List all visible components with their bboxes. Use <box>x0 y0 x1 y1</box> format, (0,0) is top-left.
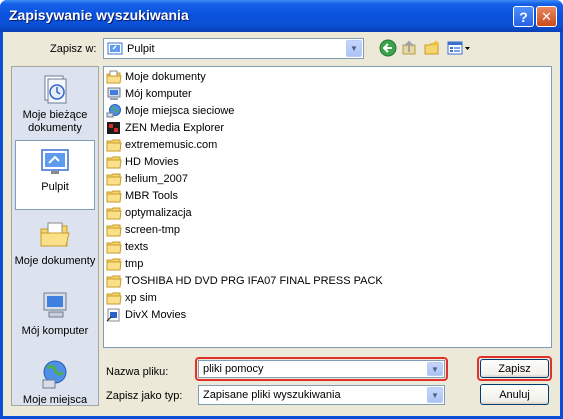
save-search-dialog: Zapisywanie wyszukiwania ? ✕ Zapisz w: P… <box>0 0 563 419</box>
places-bar: Moje bieżące dokumenty Pulpit Moje dokum… <box>11 66 99 406</box>
folder-icon <box>106 292 122 304</box>
folder-icon <box>106 241 122 253</box>
save-button[interactable]: Zapisz <box>480 359 549 378</box>
place-my-computer[interactable]: Mój komputer <box>12 289 98 338</box>
folder-icon <box>106 190 122 202</box>
folder-icon <box>106 156 122 168</box>
list-item[interactable]: Moje miejsca sieciowe <box>106 102 234 119</box>
folder-icon <box>106 173 122 185</box>
filetype-dropdown[interactable]: Zapisane pliki wyszukiwania ▼ <box>198 385 445 405</box>
up-folder-button[interactable] <box>400 39 418 57</box>
list-item[interactable]: Mój komputer <box>106 85 192 102</box>
place-label: Moje bieżące dokumenty <box>22 109 88 134</box>
title-bar[interactable]: Zapisywanie wyszukiwania ? ✕ <box>0 0 563 32</box>
folder-icon <box>106 275 122 287</box>
filetype-label: Zapisz jako typ: <box>106 390 183 402</box>
dialog-body: Zapisz w: Pulpit ▼ Moje bieżące dokument… <box>3 32 560 416</box>
dialog-title: Zapisywanie wyszukiwania <box>9 7 189 23</box>
up-folder-icon <box>402 40 416 55</box>
desktop-icon <box>107 42 123 54</box>
list-item[interactable]: helium_2007 <box>106 170 188 187</box>
list-item[interactable]: extrememusic.com <box>106 136 217 153</box>
divx-shortcut-icon <box>106 308 120 321</box>
list-item[interactable]: DivX Movies <box>106 306 186 323</box>
filetype-value: Zapisane pliki wyszukiwania <box>203 389 341 401</box>
back-arrow-icon <box>379 39 397 57</box>
place-recent-documents[interactable]: Moje bieżące dokumenty <box>12 73 98 135</box>
folder-icon <box>106 258 122 270</box>
chevron-down-icon[interactable]: ▼ <box>427 362 443 376</box>
my-computer-icon <box>107 87 121 100</box>
save-in-label: Zapisz w: <box>50 43 97 55</box>
new-folder-button[interactable] <box>423 39 441 57</box>
place-desktop[interactable]: Pulpit <box>15 140 95 210</box>
list-item[interactable]: texts <box>106 238 148 255</box>
chevron-down-icon[interactable]: ▼ <box>427 387 443 403</box>
network-places-icon <box>106 103 121 117</box>
folder-icon <box>106 139 122 151</box>
my-documents-icon <box>106 70 122 83</box>
folder-icon <box>106 207 122 219</box>
help-icon: ? <box>519 8 528 25</box>
save-in-value: Pulpit <box>127 42 155 55</box>
folder-icon <box>106 224 122 236</box>
list-item[interactable]: xp sim <box>106 289 157 306</box>
place-label: Moje dokumenty <box>14 255 96 267</box>
view-menu-icon <box>447 41 470 55</box>
place-label: Pulpit <box>41 181 69 193</box>
recent-documents-icon <box>44 75 67 104</box>
close-button[interactable]: ✕ <box>536 6 557 27</box>
list-item[interactable]: MBR Tools <box>106 187 178 204</box>
view-menu-button[interactable] <box>446 39 472 57</box>
list-item[interactable]: TOSHIBA HD DVD PRG IFA07 FINAL PRESS PAC… <box>106 272 383 289</box>
file-list[interactable]: Moje dokumenty Mój komputer Moje miejsca… <box>103 66 552 348</box>
save-in-dropdown[interactable]: Pulpit ▼ <box>103 38 364 59</box>
filename-value: pliki pomocy <box>203 363 264 375</box>
list-item[interactable]: optymalizacja <box>106 204 192 221</box>
filename-label: Nazwa pliku: <box>106 366 169 378</box>
back-button[interactable] <box>379 39 397 57</box>
place-label: Mój komputer <box>21 325 89 337</box>
filename-input[interactable]: pliki pomocy ▼ <box>198 360 445 378</box>
zen-app-icon <box>107 121 120 134</box>
close-icon: ✕ <box>541 8 552 24</box>
place-label: Moje miejsca <box>22 394 88 406</box>
my-documents-icon <box>40 222 70 247</box>
help-button[interactable]: ? <box>513 6 534 27</box>
network-places-icon <box>42 360 67 389</box>
desktop-icon <box>41 149 69 174</box>
list-item[interactable]: tmp <box>106 255 143 272</box>
place-my-documents[interactable]: Moje dokumenty <box>12 219 98 268</box>
chevron-down-icon[interactable]: ▼ <box>346 40 362 57</box>
list-item[interactable]: Moje dokumenty <box>106 68 206 85</box>
list-item[interactable]: screen-tmp <box>106 221 180 238</box>
list-item[interactable]: ZEN Media Explorer <box>106 119 224 136</box>
my-computer-icon <box>43 292 67 318</box>
list-item[interactable]: HD Movies <box>106 153 179 170</box>
cancel-button[interactable]: Anuluj <box>480 384 549 405</box>
place-network-places[interactable]: Moje miejsca <box>12 358 98 406</box>
new-folder-icon <box>424 40 439 55</box>
